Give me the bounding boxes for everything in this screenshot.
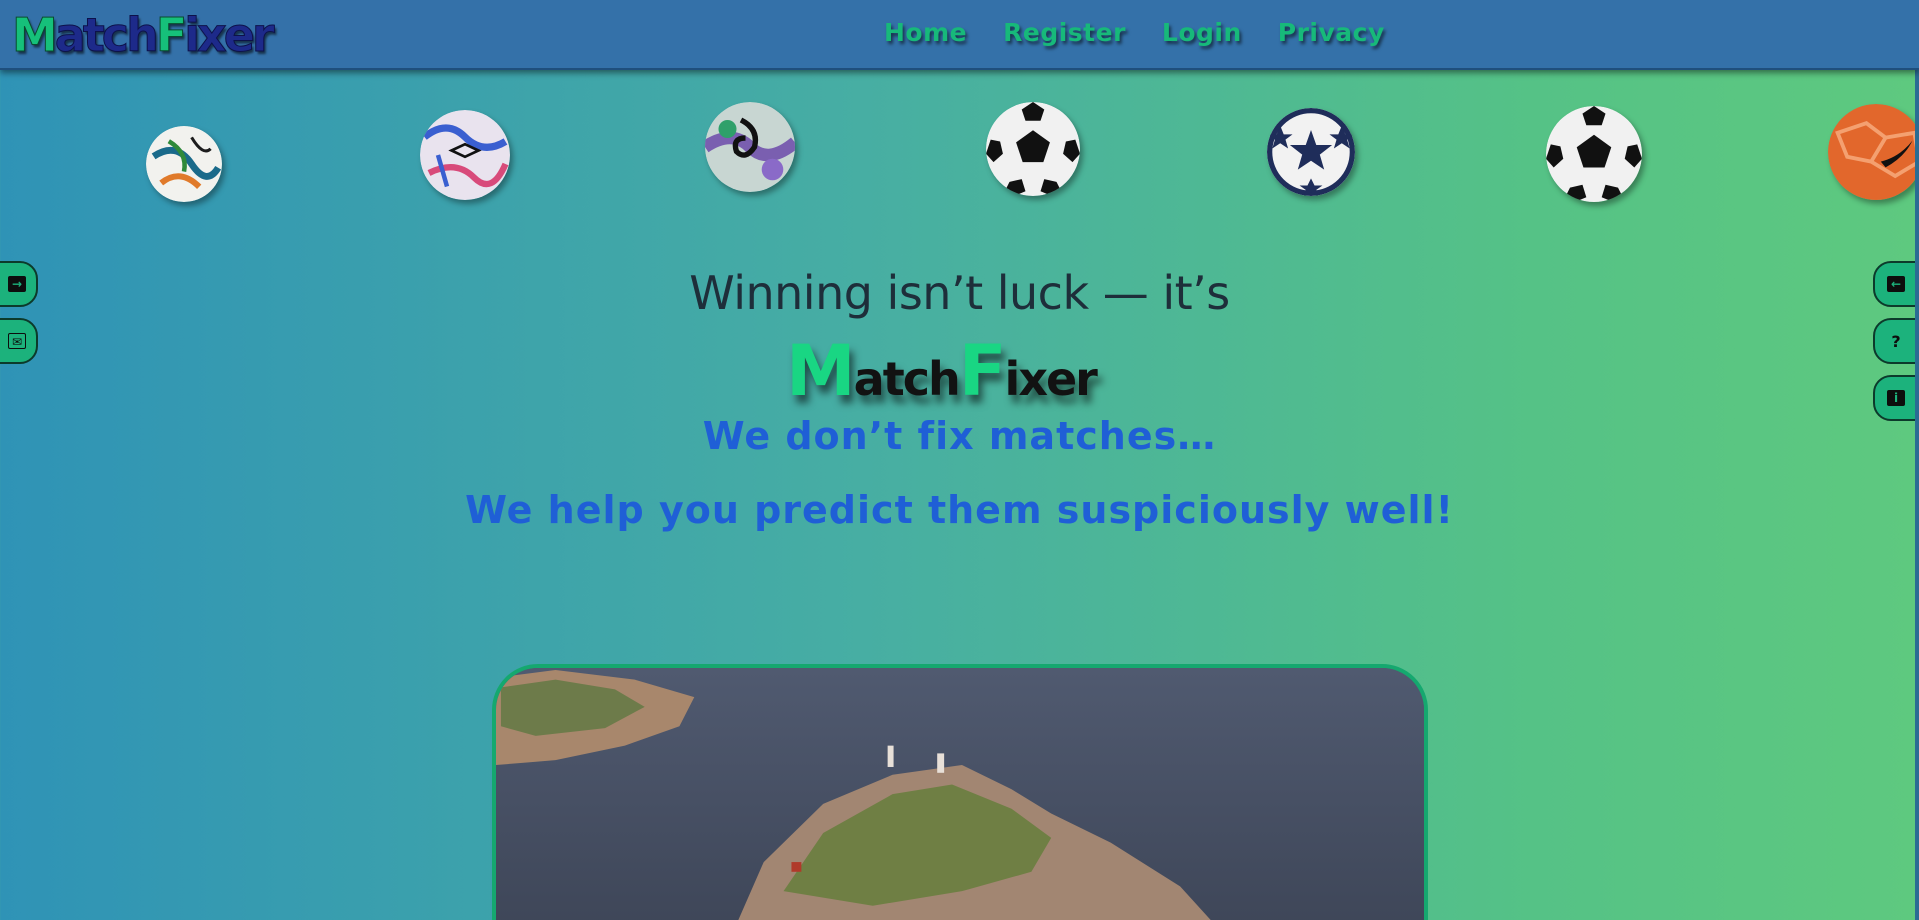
umbro-ball-icon: [420, 110, 510, 200]
brand-logo[interactable]: Match Fixer: [12, 6, 276, 64]
nav-login-link[interactable]: Login: [1162, 18, 1242, 47]
hero-logo-text-ixer: ixer: [1004, 352, 1098, 406]
hero-subtitle-1: We don’t fix matches…: [702, 414, 1217, 458]
top-navbar: Match Fixer Home Register Login Privacy: [0, 0, 1919, 70]
nav-register-link[interactable]: Register: [1003, 18, 1126, 47]
hero-subtitle-2: We help you predict them suspiciously we…: [465, 488, 1454, 532]
main-nav: Home Register Login Privacy: [884, 18, 1385, 47]
hero-brand-logo: Match Fixer: [786, 330, 1098, 412]
classic-ball-icon: [1546, 106, 1642, 202]
purple-ball-icon: [705, 102, 795, 192]
star-ball-icon: [1267, 108, 1355, 196]
logo-text-ixer: ixer: [184, 8, 275, 63]
hero-logo-letter-m: M: [786, 330, 856, 412]
hero-tagline: Winning isn’t luck — it’s: [689, 266, 1230, 320]
hero-logo-text-atch: atch: [853, 352, 961, 406]
nav-privacy-link[interactable]: Privacy: [1278, 18, 1385, 47]
question-icon: ?: [1891, 331, 1901, 351]
envelope-icon: ✉: [8, 333, 26, 349]
football-carousel: [0, 96, 1919, 216]
nav-home-link[interactable]: Home: [884, 18, 967, 47]
brazuca-ball-icon: [146, 126, 222, 202]
classic-ball-icon: [986, 102, 1080, 196]
orange-ball-icon: [1828, 104, 1919, 200]
hero-logo-letter-f: F: [958, 330, 1007, 412]
hero-photo: [492, 664, 1428, 920]
logo-letter-f: F: [155, 8, 188, 63]
logo-letter-m: M: [12, 8, 59, 63]
help-side-button[interactable]: ?: [1873, 318, 1919, 364]
logo-text-atch: atch: [54, 8, 159, 63]
contact-side-button[interactable]: ✉: [0, 318, 38, 364]
info-icon: i: [1887, 390, 1905, 406]
page-scroll-edge: [1915, 70, 1919, 920]
